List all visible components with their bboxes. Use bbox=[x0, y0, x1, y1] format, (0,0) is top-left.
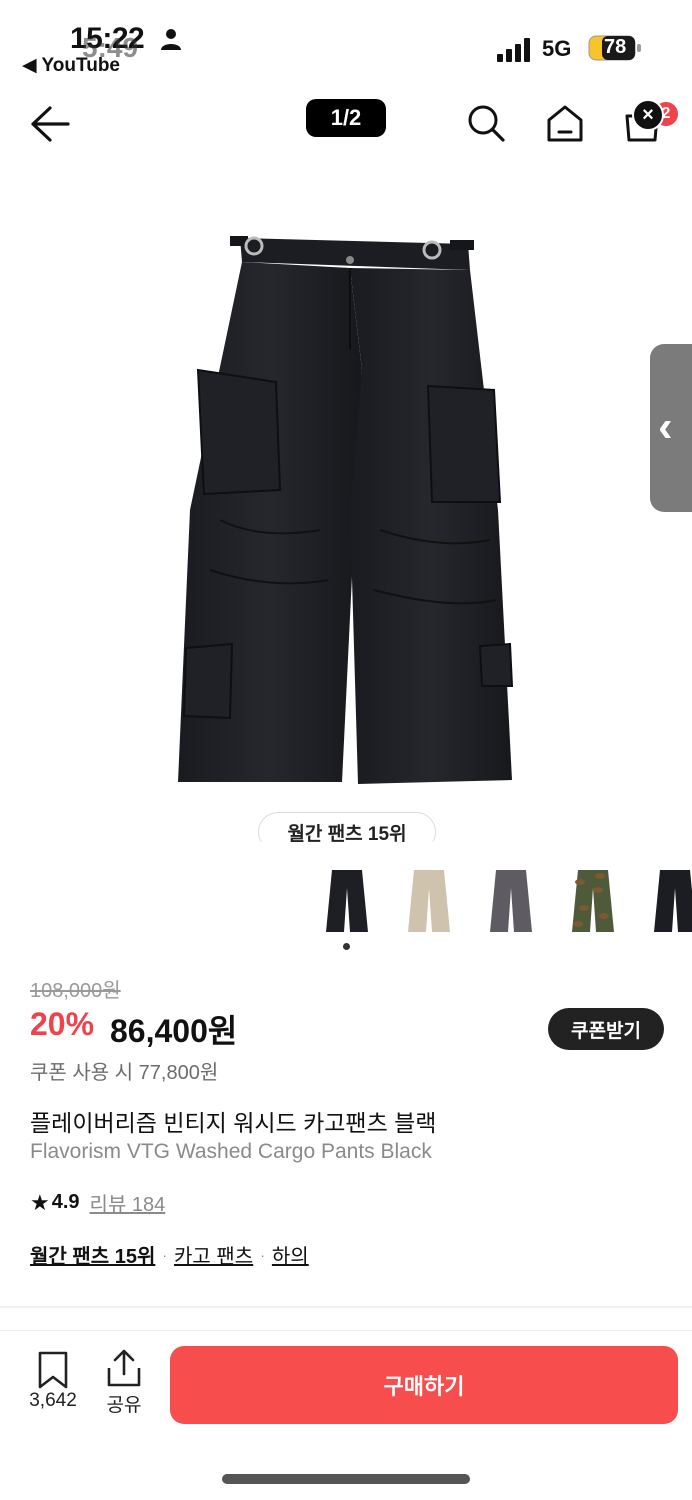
bookmark-count: 3,642 bbox=[29, 1390, 77, 1411]
side-panel-handle[interactable]: ‹ bbox=[650, 344, 692, 512]
category-link-bottoms[interactable]: 하의 bbox=[272, 1240, 309, 1269]
network-type: 5G bbox=[542, 36, 572, 61]
product-main-image[interactable] bbox=[150, 210, 550, 810]
color-thumbnail[interactable] bbox=[488, 868, 534, 934]
discount-rate: 20% bbox=[30, 1006, 95, 1042]
rating-score: 4.9 bbox=[51, 1191, 80, 1213]
color-thumbnail[interactable] bbox=[406, 868, 452, 934]
section-divider bbox=[0, 1306, 692, 1308]
category-separator: · bbox=[162, 1246, 168, 1263]
carousel-dot bbox=[343, 943, 350, 950]
color-thumbnail[interactable] bbox=[570, 868, 616, 934]
battery-icon: 78 bbox=[588, 35, 642, 61]
star-icon: ★ bbox=[30, 1189, 50, 1215]
home-indicator[interactable] bbox=[222, 1474, 470, 1484]
category-separator: · bbox=[260, 1246, 265, 1263]
rank-pill-mask bbox=[240, 842, 460, 862]
share-label: 공유 bbox=[106, 1395, 142, 1416]
image-page-counter: 1/2 bbox=[306, 99, 386, 137]
battery-level: 78 bbox=[604, 36, 627, 58]
share-icon[interactable] bbox=[104, 1348, 144, 1388]
color-thumbnail[interactable] bbox=[652, 868, 692, 934]
bottom-bar-divider bbox=[0, 1330, 692, 1331]
signal-icon bbox=[497, 38, 530, 62]
close-overlay-icon[interactable]: × bbox=[632, 99, 664, 131]
rating-row: ★ 4.9 리뷰 184 bbox=[30, 1188, 165, 1217]
bookmark-icon[interactable] bbox=[35, 1350, 71, 1390]
back-to-app-link[interactable]: ◀ YouTube bbox=[22, 54, 120, 77]
product-name-korean: 플레이버리즘 빈티지 워시드 카고팬츠 블랙 bbox=[30, 1110, 437, 1136]
review-link[interactable]: 리뷰 184 bbox=[90, 1188, 166, 1217]
sale-price: 86,400원 bbox=[110, 1013, 238, 1049]
chevron-left-icon: ‹ bbox=[658, 402, 673, 451]
search-icon[interactable] bbox=[466, 102, 506, 144]
category-link-cargo[interactable]: 카고 팬츠 bbox=[174, 1240, 253, 1269]
category-breadcrumb: 월간 팬츠 15위 · 카고 팬츠 · 하의 bbox=[30, 1240, 309, 1269]
home-icon[interactable] bbox=[545, 102, 585, 144]
color-thumbnail[interactable] bbox=[324, 868, 370, 934]
get-coupon-button[interactable]: 쿠폰받기 bbox=[548, 1008, 664, 1050]
status-bar: 15:22 5:49 ◀ YouTube 5G 78 bbox=[0, 0, 692, 88]
person-icon bbox=[161, 29, 181, 50]
buy-button[interactable]: 구매하기 bbox=[170, 1346, 678, 1424]
back-arrow-icon[interactable] bbox=[28, 104, 70, 144]
original-price: 108,000원 bbox=[30, 980, 121, 1002]
category-link-rank[interactable]: 월간 팬츠 15위 bbox=[30, 1240, 155, 1269]
coupon-price: 쿠폰 사용 시 77,800원 bbox=[30, 1062, 219, 1084]
product-name-english: Flavorism VTG Washed Cargo Pants Black bbox=[30, 1140, 432, 1163]
